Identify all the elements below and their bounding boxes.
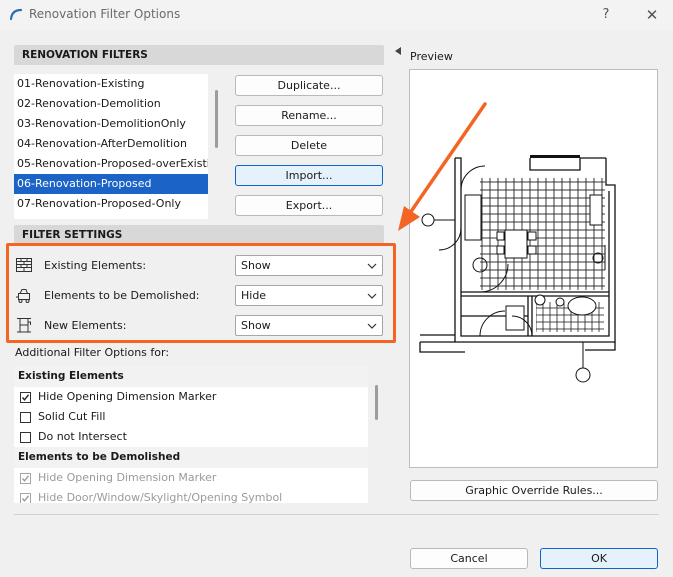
window-title: Renovation Filter Options <box>29 7 181 21</box>
option-group-demolished: Elements to be Demolished <box>14 447 368 468</box>
close-button[interactable]: ✕ <box>641 4 663 26</box>
option-label: Solid Cut Fill <box>38 410 106 423</box>
import-button[interactable]: Import... <box>235 165 383 186</box>
export-button[interactable]: Export... <box>235 195 383 216</box>
app-logo-icon <box>9 8 23 21</box>
list-item[interactable]: 07-Renovation-Proposed-Only <box>14 194 208 214</box>
checkbox-checked-disabled <box>20 492 31 503</box>
checkmark-icon <box>21 393 30 401</box>
list-item-selected[interactable]: 06-Renovation-Proposed <box>14 174 208 194</box>
option-label: Do not Intersect <box>38 430 127 443</box>
option-do-not-intersect[interactable]: Do not Intersect <box>14 427 368 447</box>
additional-options-list[interactable]: Existing Elements Hide Opening Dimension… <box>14 366 368 503</box>
option-hide-opening-marker[interactable]: Hide Opening Dimension Marker <box>14 387 368 407</box>
floor-plan-preview <box>419 155 616 383</box>
checkbox-checked-disabled <box>20 472 31 484</box>
checkbox[interactable] <box>20 431 31 443</box>
list-item[interactable]: 03-Renovation-DemolitionOnly <box>14 114 208 134</box>
option-solid-cut-fill[interactable]: Solid Cut Fill <box>14 407 368 427</box>
renovation-filters-header: RENOVATION FILTERS <box>14 45 384 65</box>
duplicate-button[interactable]: Duplicate... <box>235 75 383 96</box>
rename-button[interactable]: Rename... <box>235 105 383 126</box>
option-label: Hide Opening Dimension Marker <box>38 471 217 484</box>
filter-settings-header: FILTER SETTINGS <box>14 225 384 245</box>
list-item[interactable]: 01-Renovation-Existing <box>14 74 208 94</box>
option-hide-door-window-symbol: Hide Door/Window/Skylight/Opening Symbol <box>14 488 368 503</box>
checkmark-icon <box>21 494 30 502</box>
cancel-button[interactable]: Cancel <box>410 548 528 569</box>
additional-options-title: Additional Filter Options for: <box>15 346 170 359</box>
delete-button[interactable]: Delete <box>235 135 383 156</box>
filter-list[interactable]: 01-Renovation-Existing 02-Renovation-Dem… <box>14 74 208 219</box>
list-item[interactable]: 05-Renovation-Proposed-overExisti... <box>14 154 208 174</box>
graphic-override-rules-button[interactable]: Graphic Override Rules... <box>410 480 658 501</box>
list-item[interactable]: 04-Renovation-AfterDemolition <box>14 134 208 154</box>
footer-divider <box>14 514 659 515</box>
options-scrollbar[interactable] <box>375 385 378 420</box>
option-label: Hide Door/Window/Skylight/Opening Symbol <box>38 491 283 503</box>
preview-pane <box>409 69 658 468</box>
checkmark-icon <box>21 474 30 482</box>
option-hide-opening-marker-demolished: Hide Opening Dimension Marker <box>14 468 368 488</box>
option-label: Hide Opening Dimension Marker <box>38 390 217 403</box>
checkbox-checked[interactable] <box>20 391 31 403</box>
help-button[interactable]: ? <box>596 5 616 25</box>
filter-settings-highlight <box>6 243 396 343</box>
option-group-existing: Existing Elements <box>14 366 368 387</box>
checkbox[interactable] <box>20 411 31 423</box>
collapse-arrow-icon[interactable] <box>395 47 401 55</box>
preview-label: Preview <box>410 50 453 63</box>
ok-button[interactable]: OK <box>540 548 658 569</box>
list-item[interactable]: 02-Renovation-Demolition <box>14 94 208 114</box>
filter-list-scrollbar[interactable] <box>215 90 218 148</box>
